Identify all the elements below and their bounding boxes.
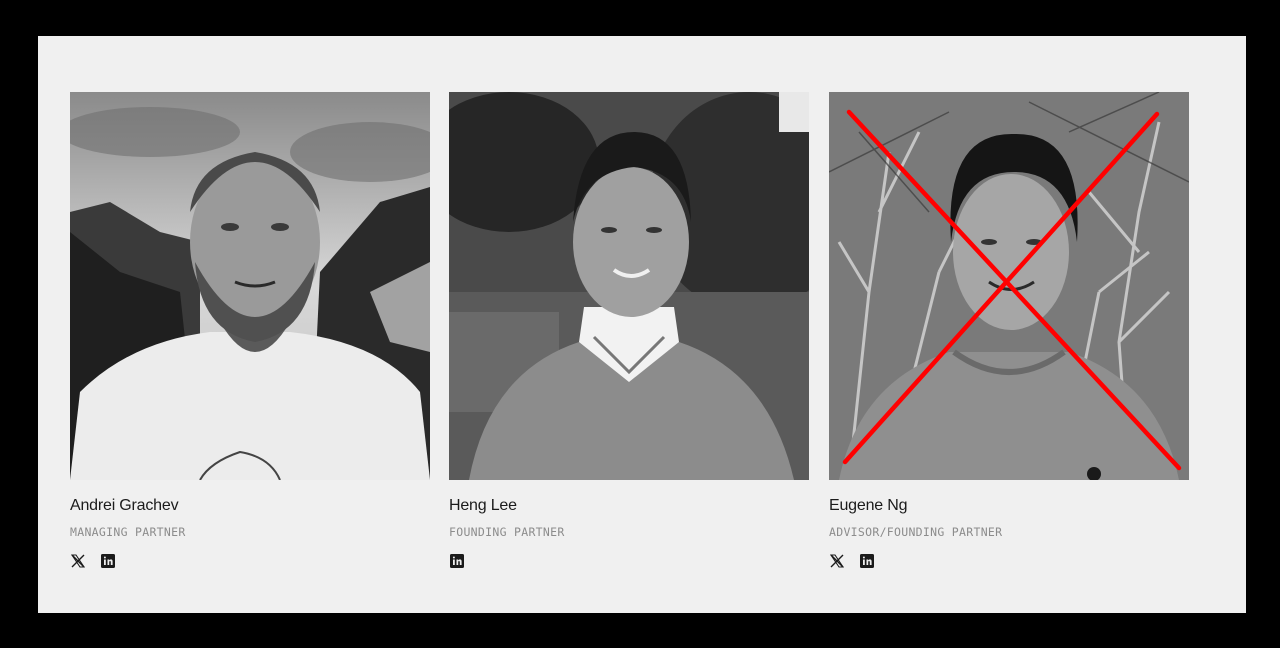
member-photo [829, 92, 1189, 480]
member-role: MANAGING PARTNER [70, 525, 186, 539]
member-role: FOUNDING PARTNER [449, 525, 565, 539]
cross-out-mark [842, 109, 1182, 471]
x-icon[interactable] [829, 553, 845, 569]
team-section: Andrei Grachev MANAGING PARTNER Heng Lee… [38, 36, 1246, 613]
member-photo [449, 92, 809, 480]
member-name: Heng Lee [449, 497, 517, 514]
social-links [449, 551, 809, 571]
linkedin-icon[interactable] [100, 553, 116, 569]
linkedin-icon[interactable] [859, 553, 875, 569]
portrait-image [449, 92, 809, 480]
member-name: Eugene Ng [829, 497, 908, 514]
x-icon[interactable] [70, 553, 86, 569]
member-role: ADVISOR/FOUNDING PARTNER [829, 525, 1003, 539]
portrait-image [70, 92, 430, 480]
team-member-card: Eugene Ng ADVISOR/FOUNDING PARTNER [829, 92, 1189, 571]
team-member-card: Andrei Grachev MANAGING PARTNER [70, 92, 430, 571]
member-name: Andrei Grachev [70, 497, 179, 514]
team-member-card: Heng Lee FOUNDING PARTNER [449, 92, 809, 571]
linkedin-icon[interactable] [449, 553, 465, 569]
social-links [70, 551, 430, 571]
member-photo [70, 92, 430, 480]
social-links [829, 551, 1189, 571]
